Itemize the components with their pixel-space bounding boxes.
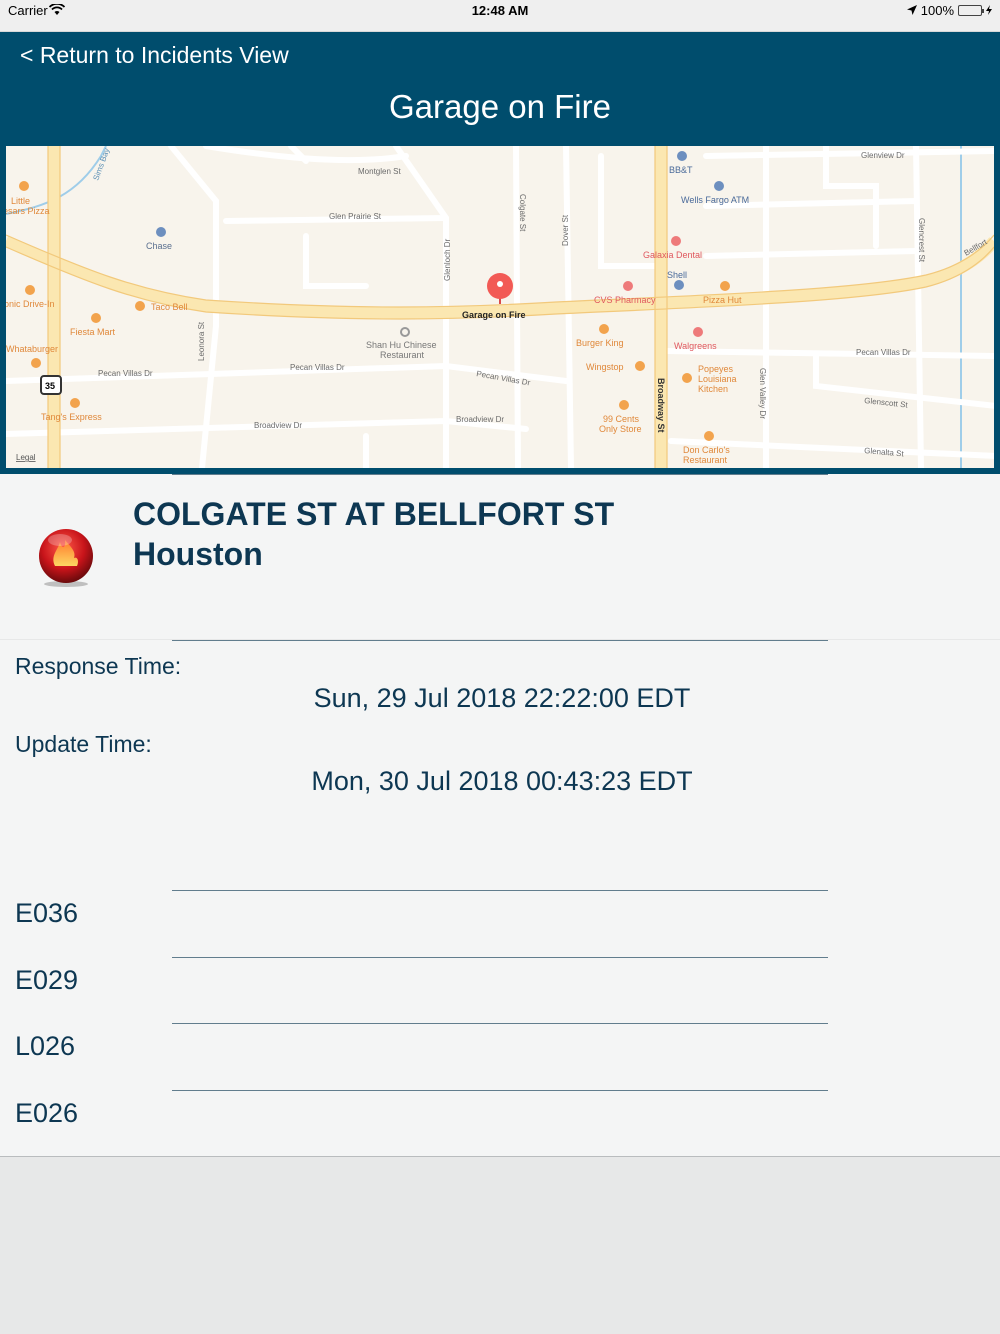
svg-text:Legal: Legal	[16, 453, 36, 462]
svg-text:Walgreens: Walgreens	[674, 341, 717, 351]
list-item[interactable]: E036	[0, 890, 1000, 957]
separator	[172, 640, 828, 641]
list-bottom-divider	[0, 1156, 1000, 1157]
svg-text:Pecan Villas Dr: Pecan Villas Dr	[98, 369, 153, 378]
svg-text:esars Pizza: esars Pizza	[6, 206, 50, 216]
update-time-label: Update Time:	[15, 731, 152, 757]
svg-text:Glen Prairie St: Glen Prairie St	[329, 212, 382, 221]
svg-text:Pecan Villas Dr: Pecan Villas Dr	[856, 348, 911, 357]
svg-text:Glen Valley Dr: Glen Valley Dr	[758, 368, 767, 419]
svg-text:BB&T: BB&T	[669, 165, 693, 175]
svg-text:35: 35	[45, 381, 55, 391]
status-bar: Carrier 12:48 AM 100%	[0, 0, 1000, 32]
status-right: 100%	[906, 3, 992, 18]
list-item[interactable]: E026	[0, 1090, 1000, 1157]
response-time-value: Sun, 29 Jul 2018 22:22:00 EDT	[313, 683, 691, 713]
separator	[172, 956, 828, 958]
list-item[interactable]: E029	[0, 956, 1000, 1024]
svg-text:Little: Little	[11, 196, 30, 206]
svg-text:Shell: Shell	[667, 270, 687, 280]
incident-summary: COLGATE ST AT BELLFORT ST Houston	[0, 474, 1000, 639]
svg-text:Kitchen: Kitchen	[698, 384, 728, 394]
svg-text:Restaurant: Restaurant	[380, 350, 425, 360]
unit-label: E026	[15, 1098, 79, 1129]
svg-text:Taco Bell: Taco Bell	[151, 302, 188, 312]
list-item[interactable]: L026	[0, 1023, 1000, 1090]
svg-text:Whataburger: Whataburger	[6, 344, 58, 354]
location-icon	[906, 3, 917, 18]
svg-text:Louisiana: Louisiana	[698, 374, 737, 384]
svg-text:99 Cents: 99 Cents	[603, 414, 640, 424]
clock: 12:48 AM	[471, 3, 529, 18]
svg-text:Burger King: Burger King	[576, 338, 624, 348]
page-title: Garage on Fire	[389, 88, 611, 125]
battery-percent: 100%	[920, 3, 954, 18]
battery-icon	[958, 5, 984, 16]
svg-text:Wingstop: Wingstop	[586, 362, 624, 372]
nav-header: < Return to Incidents View Garage on Fir…	[0, 32, 1000, 146]
svg-text:Wells Fargo ATM: Wells Fargo ATM	[681, 195, 749, 205]
svg-text:onic Drive-In: onic Drive-In	[6, 299, 55, 309]
unit-label: E036	[15, 898, 79, 928]
svg-text:Restaurant: Restaurant	[683, 455, 728, 465]
map-frame: Montglen St Glen Prairie St Glenview Dr …	[0, 146, 1000, 474]
svg-text:Montglen St: Montglen St	[358, 167, 401, 176]
units-list: E036 E029 L026 E026	[0, 890, 1000, 1157]
svg-text:Broadview Dr: Broadview Dr	[254, 421, 302, 430]
svg-text:Leonora St: Leonora St	[197, 321, 206, 361]
svg-text:Pizza Hut: Pizza Hut	[703, 295, 742, 305]
svg-text:Galaxia Dental: Galaxia Dental	[643, 250, 702, 260]
update-time-value: Mon, 30 Jul 2018 00:43:23 EDT	[311, 766, 693, 796]
unit-label: E029	[15, 964, 79, 995]
fire-icon	[36, 526, 96, 593]
svg-text:Chase: Chase	[146, 241, 172, 251]
separator	[172, 890, 828, 891]
return-to-incidents-button[interactable]: < Return to Incidents View	[20, 42, 289, 69]
svg-text:Dover St: Dover St	[561, 214, 570, 246]
svg-text:Garage on Fire: Garage on Fire	[462, 310, 526, 320]
svg-text:Pecan Villas Dr: Pecan Villas Dr	[290, 363, 345, 372]
svg-text:Broadway St: Broadway St	[656, 378, 666, 433]
svg-text:CVS Pharmacy: CVS Pharmacy	[594, 295, 656, 305]
svg-text:Popeyes: Popeyes	[698, 364, 734, 374]
svg-text:Glenalta St: Glenalta St	[864, 446, 905, 458]
unit-label: L026	[15, 1031, 76, 1062]
svg-text:Shan Hu Chinese: Shan Hu Chinese	[366, 340, 437, 350]
svg-text:Glencrest St: Glencrest St	[917, 218, 926, 263]
svg-text:Only Store: Only Store	[599, 424, 642, 434]
svg-text:Fiesta Mart: Fiesta Mart	[70, 327, 116, 337]
separator	[172, 474, 828, 475]
incident-times: Response Time: Sun, 29 Jul 2018 22:22:00…	[0, 640, 1000, 890]
svg-text:Don Carlo's: Don Carlo's	[683, 445, 730, 455]
separator	[172, 1090, 828, 1092]
incident-city: Houston	[133, 536, 263, 572]
separator	[172, 1023, 828, 1025]
svg-text:Glenloch Dr: Glenloch Dr	[443, 238, 452, 281]
svg-text:Tang's Express: Tang's Express	[41, 412, 102, 422]
svg-text:Broadview Dr: Broadview Dr	[456, 415, 504, 424]
response-time-label: Response Time:	[15, 653, 182, 679]
svg-text:Colgate St: Colgate St	[518, 194, 527, 232]
charging-icon	[986, 3, 992, 18]
incident-map[interactable]: Montglen St Glen Prairie St Glenview Dr …	[6, 146, 994, 468]
incident-street: COLGATE ST AT BELLFORT ST	[133, 496, 615, 532]
svg-text:Glenview Dr: Glenview Dr	[861, 151, 905, 160]
